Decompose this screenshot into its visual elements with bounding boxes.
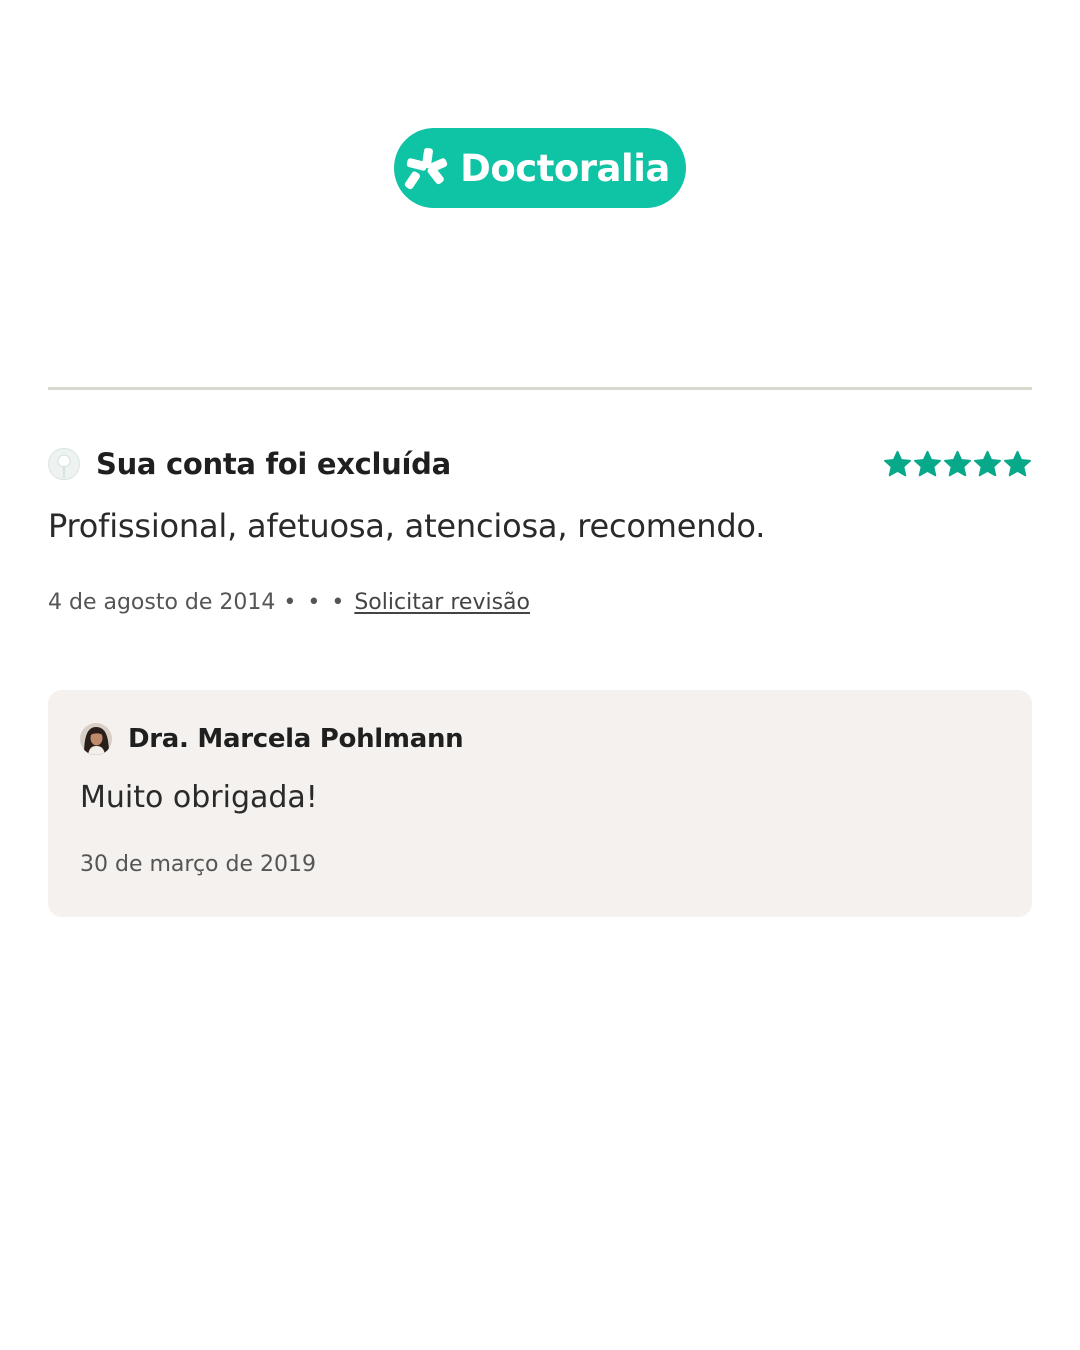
reply-date: 30 de março de 2019 (80, 852, 316, 877)
section-divider (48, 387, 1032, 390)
reply-text: Muito obrigada! (80, 780, 318, 815)
star-icon (1004, 450, 1031, 476)
review-text: Profissional, afetuosa, atenciosa, recom… (48, 507, 766, 545)
brand-name: Doctoralia (460, 146, 670, 190)
review-author-name: Sua conta foi excluída (96, 447, 451, 481)
doctoralia-logo: Doctoralia (394, 128, 686, 208)
doctoralia-star-icon (404, 147, 448, 190)
anonymous-avatar-icon (48, 448, 80, 480)
review-author: Sua conta foi excluída (48, 447, 451, 481)
star-icon (944, 450, 971, 476)
rating-stars (883, 450, 1032, 479)
star-icon (914, 450, 941, 476)
reply-header: Dra. Marcela Pohlmann (80, 723, 464, 755)
review-meta: 4 de agosto de 2014 • • • Solicitar revi… (48, 590, 530, 615)
meta-separator: • • • (283, 590, 347, 615)
star-icon (974, 450, 1001, 476)
doctor-name: Dra. Marcela Pohlmann (128, 724, 464, 754)
doctor-avatar (80, 723, 112, 755)
review-date: 4 de agosto de 2014 (48, 590, 276, 615)
star-icon (884, 450, 911, 476)
review-header: Sua conta foi excluída (48, 444, 1032, 484)
request-review-link[interactable]: Solicitar revisão (354, 590, 530, 615)
doctor-reply: Dra. Marcela Pohlmann Muito obrigada! 30… (48, 690, 1032, 917)
